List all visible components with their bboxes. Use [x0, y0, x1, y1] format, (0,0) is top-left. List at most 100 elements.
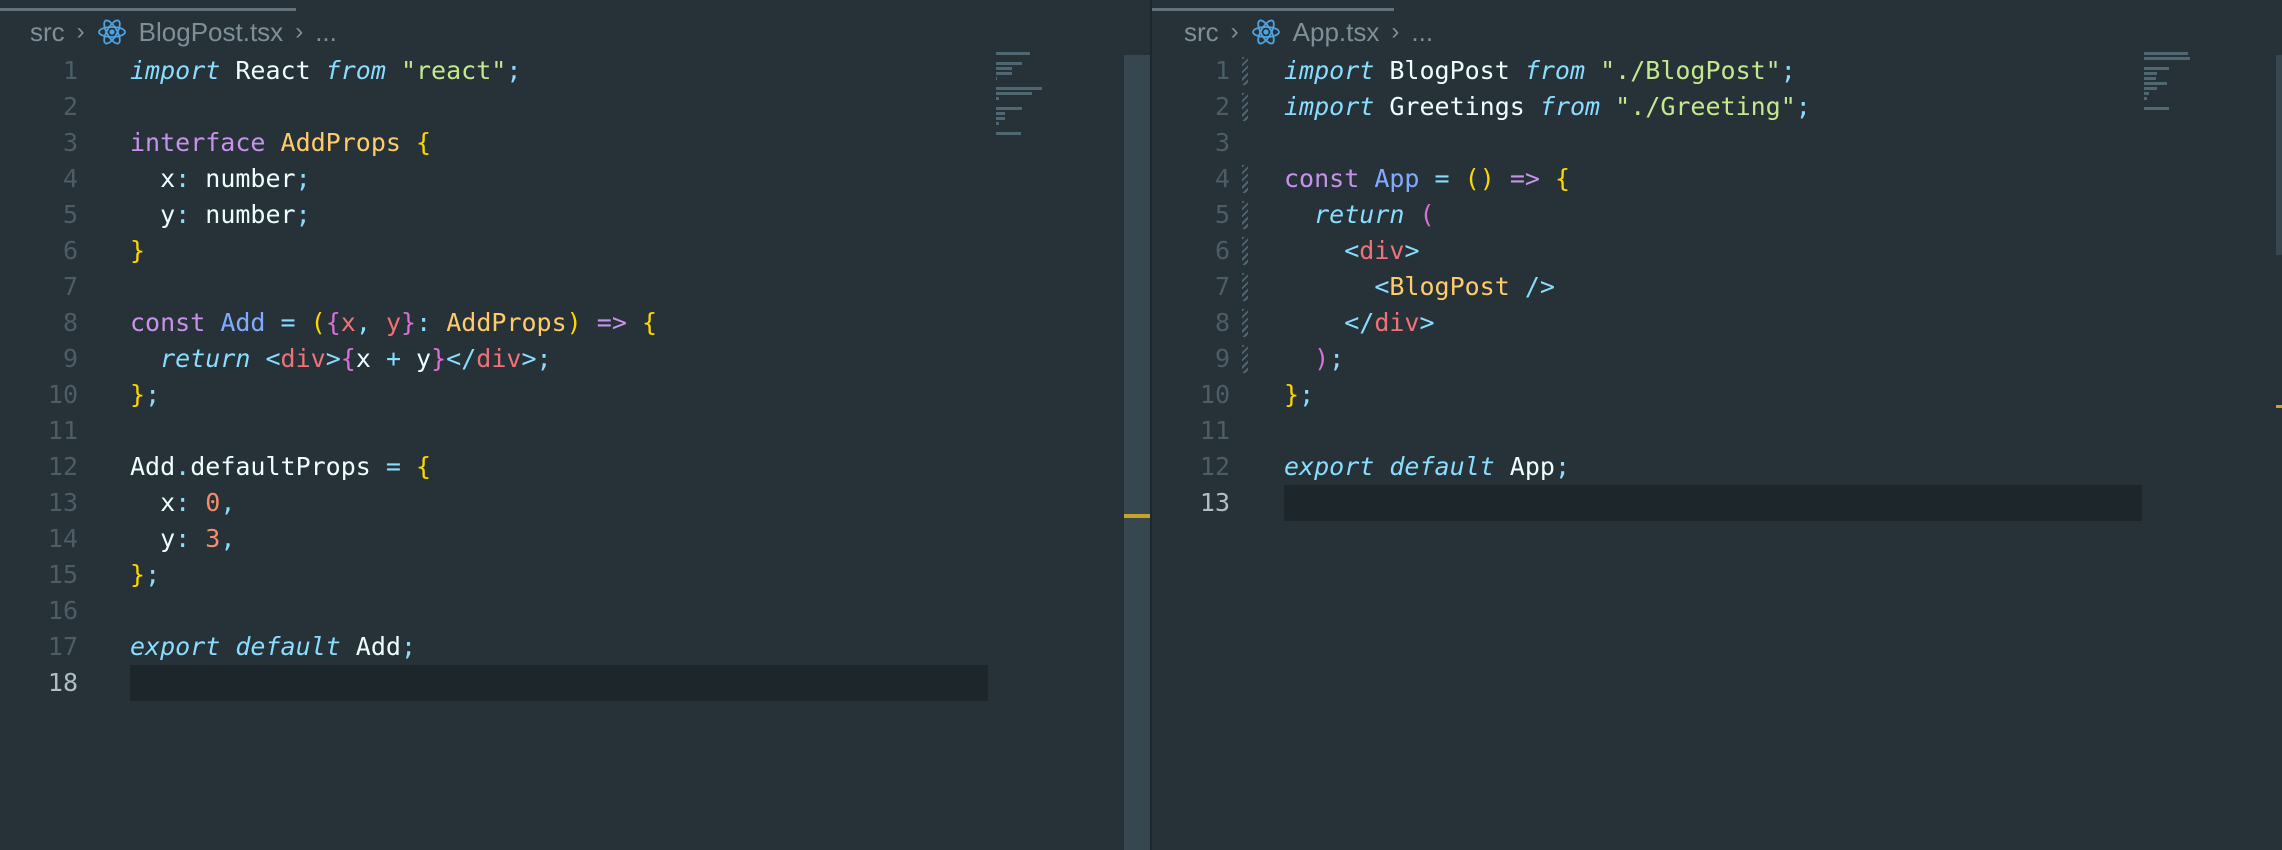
code-token: Add: [220, 308, 266, 337]
code-text: }: [130, 233, 145, 269]
code-line[interactable]: 9 return <div>{x + y}</div>;: [0, 341, 1124, 377]
line-number: 1: [1214, 56, 1230, 85]
breadcrumb-ellipsis[interactable]: ...: [315, 17, 337, 48]
code-text: x: 0,: [130, 485, 235, 521]
code-token: :: [175, 524, 191, 553]
code-line[interactable]: 7: [0, 269, 1124, 305]
code-line[interactable]: 6 <div>: [1152, 233, 2282, 269]
code-line[interactable]: 13: [1152, 485, 2282, 521]
code-token: >: [1419, 308, 1435, 337]
code-token: div: [1359, 236, 1405, 265]
code-line[interactable]: 17 export default Add;: [0, 629, 1124, 665]
scrollbar[interactable]: [1124, 55, 1152, 850]
left-editor-pane[interactable]: src › BlogPost.tsx › ... 1 import React f…: [0, 0, 1124, 850]
code-line[interactable]: 15};: [0, 557, 1124, 593]
code-line[interactable]: 11: [0, 413, 1124, 449]
code-line[interactable]: 10};: [1152, 377, 2282, 413]
code-token: (): [1464, 164, 1495, 193]
code-text: import Greetings from "./Greeting";: [1284, 89, 1811, 125]
code-token: ;: [1795, 92, 1811, 121]
code-line[interactable]: 10};: [0, 377, 1124, 413]
minimap[interactable]: [2144, 52, 2224, 117]
chevron-right-icon: ›: [1391, 18, 1400, 45]
line-number: 6: [62, 236, 78, 265]
code-line[interactable]: 11: [1152, 413, 2282, 449]
line-number: 15: [47, 560, 78, 589]
breadcrumb-file[interactable]: BlogPost.tsx: [139, 17, 284, 48]
code-line[interactable]: 6}: [0, 233, 1124, 269]
breadcrumb-file[interactable]: App.tsx: [1293, 17, 1380, 48]
git-change-marker[interactable]: [1242, 237, 1248, 265]
code-line[interactable]: 7 <BlogPost />: [1152, 269, 2282, 305]
git-change-marker[interactable]: [1242, 57, 1248, 85]
line-number: 8: [1214, 308, 1230, 337]
minimap-line: [996, 132, 1021, 135]
code-token: .: [175, 452, 191, 481]
line-number: 16: [47, 596, 78, 625]
code-line[interactable]: 1 import BlogPost from "./BlogPost";: [1152, 53, 2282, 89]
code-token: default: [1389, 452, 1495, 481]
code-line[interactable]: 5 y: number;: [0, 197, 1124, 233]
scrollbar[interactable]: [2276, 55, 2282, 255]
git-change-marker[interactable]: [1242, 309, 1248, 337]
code-line[interactable]: 18: [0, 665, 1124, 701]
breadcrumb-ellipsis[interactable]: ...: [1411, 17, 1433, 48]
chevron-right-icon: ›: [1230, 18, 1239, 45]
code-line[interactable]: 8 </div>: [1152, 305, 2282, 341]
code-text: const Add = ({x, y}: AddProps) => {: [130, 305, 657, 341]
code-text: interface AddProps {: [130, 125, 431, 161]
minimap-line: [996, 62, 1022, 65]
code-area[interactable]: 1 import BlogPost from "./BlogPost"; 2 impo…: [1152, 53, 2282, 521]
code-line[interactable]: 4 const App = () => {: [1152, 161, 2282, 197]
breadcrumb-folder[interactable]: src: [1184, 17, 1219, 48]
breadcrumb-folder[interactable]: src: [30, 17, 65, 48]
breadcrumb: src › App.tsx › ...: [1184, 14, 1433, 50]
code-token: x: [340, 308, 356, 337]
line-number: 12: [1199, 452, 1230, 481]
code-line[interactable]: 16: [0, 593, 1124, 629]
git-change-marker[interactable]: [1242, 93, 1248, 121]
code-token: ;: [1329, 344, 1345, 373]
code-line[interactable]: 5 return (: [1152, 197, 2282, 233]
code-token: Add: [130, 452, 176, 481]
code-text: };: [130, 557, 160, 593]
line-number: 11: [47, 416, 78, 445]
code-line[interactable]: 8 const Add = ({x, y}: AddProps) => {: [0, 305, 1124, 341]
code-token: "./BlogPost": [1600, 56, 1781, 85]
code-line[interactable]: 3 interface AddProps {: [0, 125, 1124, 161]
code-line[interactable]: 14 y: 3,: [0, 521, 1124, 557]
git-change-marker[interactable]: [1242, 165, 1248, 193]
code-token: div: [476, 344, 522, 373]
code-token: number: [190, 200, 296, 229]
minimap-line: [2144, 52, 2189, 55]
code-line[interactable]: 13 x: 0,: [0, 485, 1124, 521]
code-token: y: [401, 344, 432, 373]
code-token: ;: [1299, 380, 1315, 409]
git-change-marker[interactable]: [1242, 273, 1248, 301]
code-line[interactable]: 2: [0, 89, 1124, 125]
minimap[interactable]: [996, 52, 1076, 142]
right-editor-pane[interactable]: src › App.tsx › ... 1 import BlogPost fro…: [1152, 0, 2282, 850]
code-line[interactable]: 4 x: number;: [0, 161, 1124, 197]
minimap-line: [996, 72, 1012, 75]
code-line[interactable]: 2 import Greetings from "./Greeting";: [1152, 89, 2282, 125]
code-line[interactable]: 3: [1152, 125, 2282, 161]
code-line[interactable]: 1 import React from "react";: [0, 53, 1124, 89]
code-line[interactable]: 9 );: [1152, 341, 2282, 377]
git-change-marker[interactable]: [1242, 201, 1248, 229]
code-line[interactable]: 12 export default App;: [1152, 449, 2282, 485]
code-area[interactable]: 1 import React from "react"; 2 3 interface A…: [0, 53, 1124, 701]
line-number: 12: [47, 452, 78, 481]
code-token: x: [130, 488, 176, 517]
git-change-marker[interactable]: [1242, 345, 1248, 373]
code-line[interactable]: 12 Add.defaultProps = {: [0, 449, 1124, 485]
minimap-line: [996, 52, 1030, 55]
code-token: from: [1524, 56, 1586, 85]
